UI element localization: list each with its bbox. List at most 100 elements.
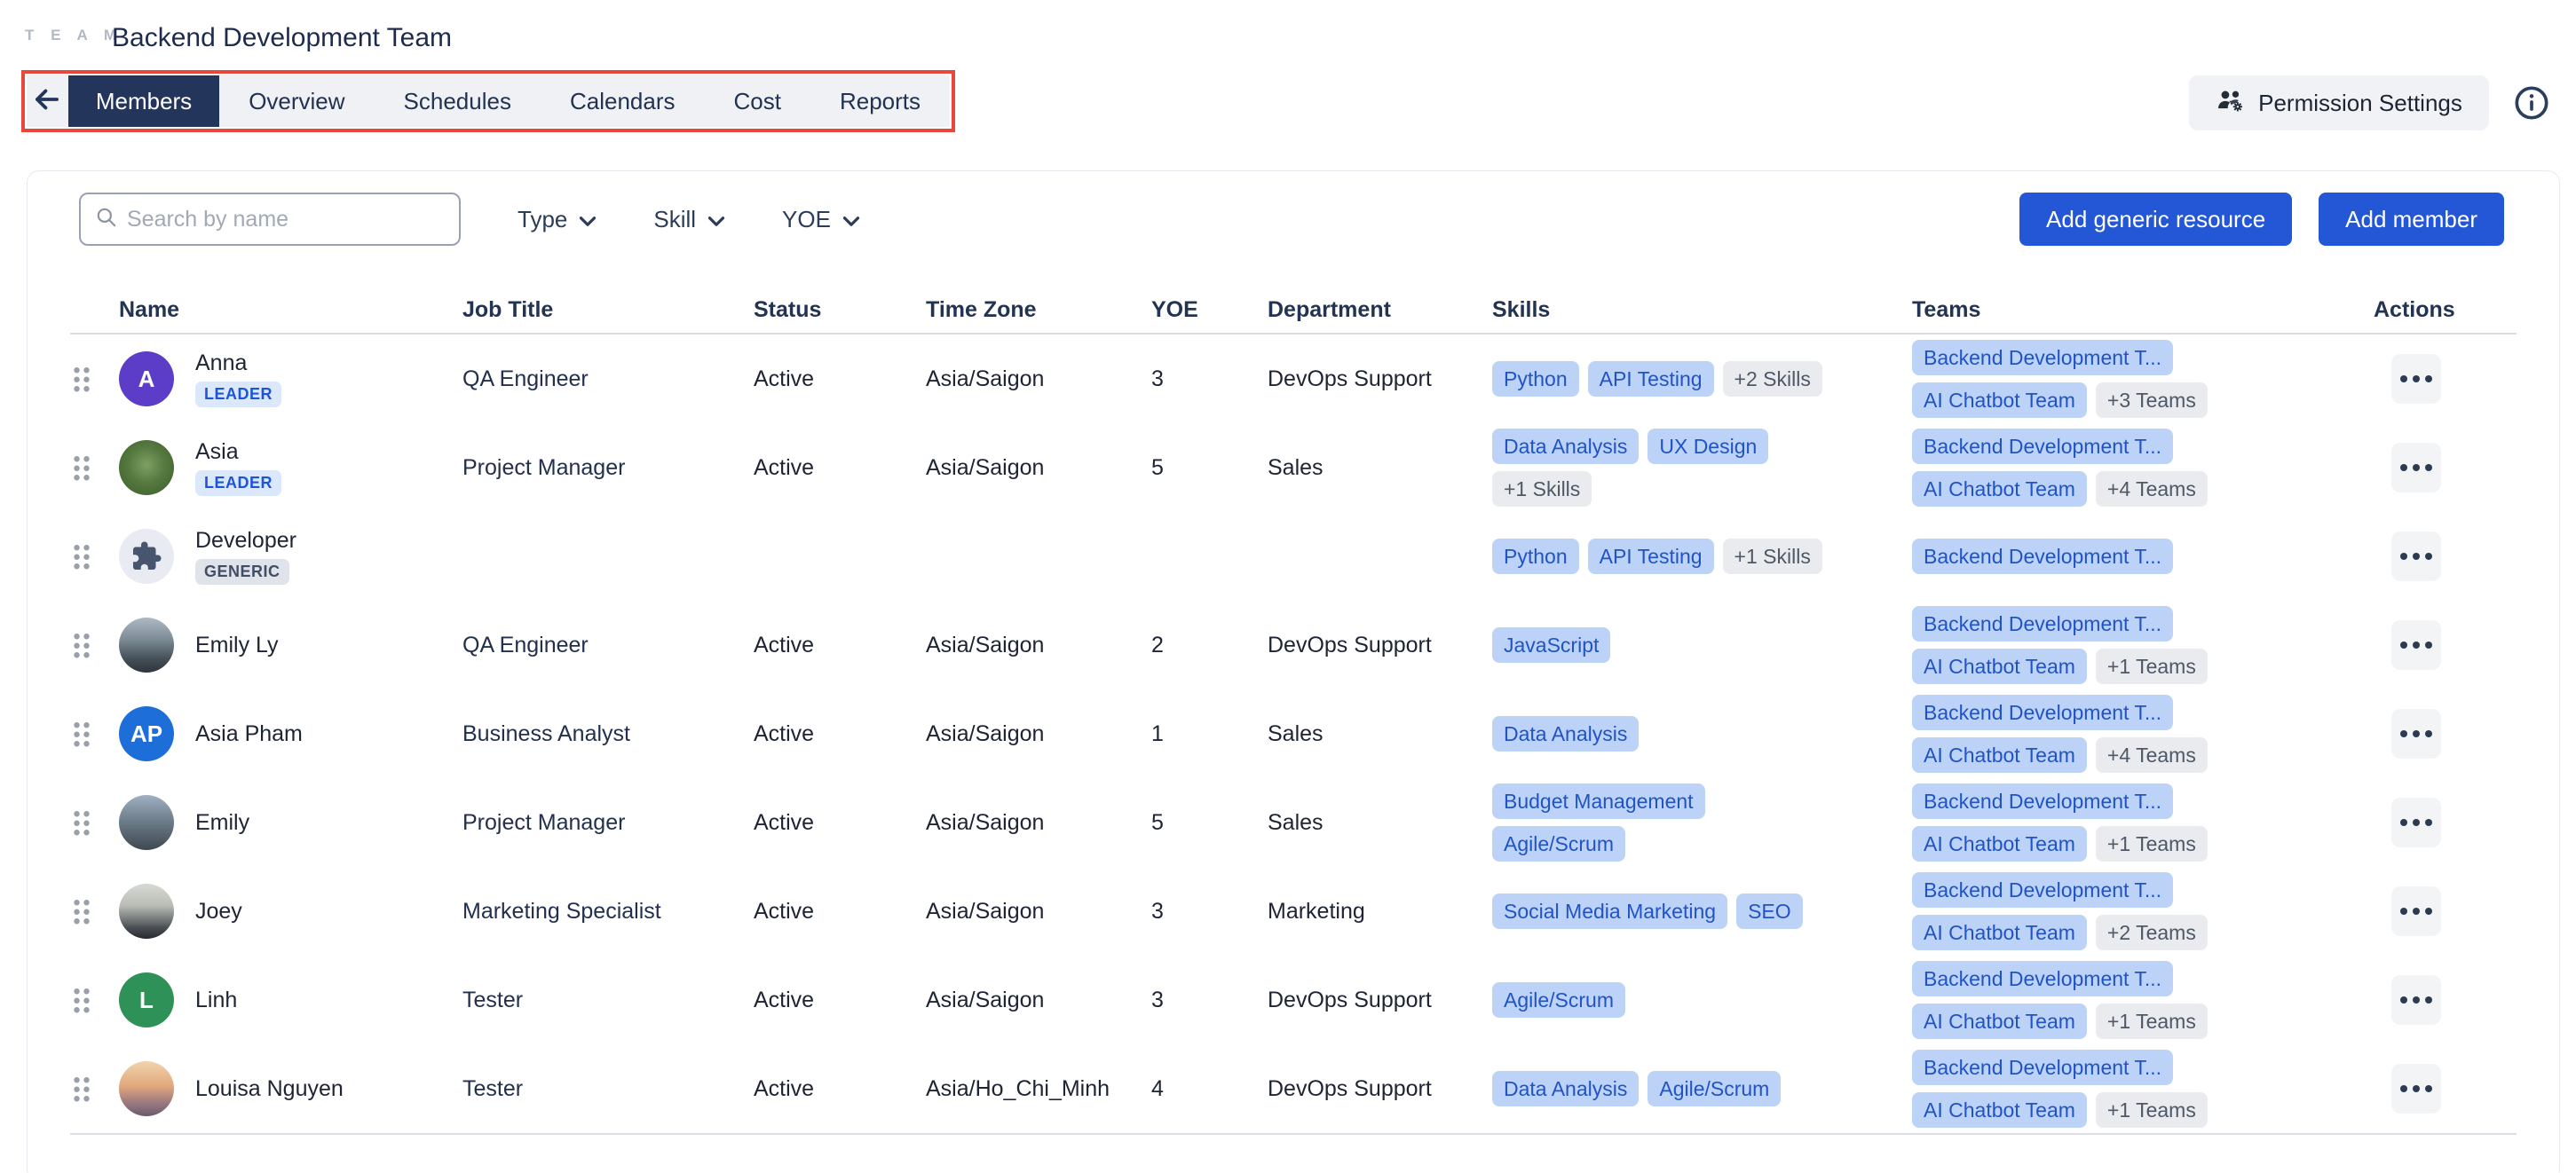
table-header: Name Job Title Status Time Zone YOE Depa… [70, 287, 2517, 335]
skills-cell: Agile/Scrum [1492, 956, 1912, 1044]
row-actions-button[interactable] [2391, 886, 2441, 936]
tag-chip: Backend Development T... [1912, 961, 2173, 996]
col-teams: Teams [1912, 297, 2374, 323]
more-chip[interactable]: +3 Teams [2096, 382, 2208, 418]
skills-cell: Data Analysis [1492, 689, 1912, 778]
more-chip[interactable]: +1 Teams [2096, 826, 2208, 862]
drag-handle-icon[interactable] [72, 986, 91, 1014]
col-job-title: Job Title [462, 297, 754, 323]
more-chip[interactable]: +2 Skills [1723, 361, 1822, 397]
row-actions-button[interactable] [2391, 531, 2441, 581]
more-chip[interactable]: +4 Teams [2096, 471, 2208, 507]
skills-cell: PythonAPI Testing+2 Skills [1492, 335, 1912, 423]
tag-chip: JavaScript [1492, 627, 1610, 663]
filter-skill[interactable]: Skill [653, 206, 725, 233]
timezone-cell: Asia/Saigon [926, 455, 1151, 481]
filter-skill-label: Skill [653, 206, 696, 233]
name-cell: L Linh [119, 972, 462, 1027]
avatar [119, 795, 174, 850]
skills-cell: Social Media MarketingSEO [1492, 867, 1912, 956]
avatar: L [119, 972, 174, 1027]
more-chip[interactable]: +4 Teams [2096, 737, 2208, 773]
row-actions-button[interactable] [2391, 354, 2441, 404]
tag-chip: Python [1492, 361, 1579, 397]
table-body: A Anna LEADER QA Engineer Active Asia/Sa… [70, 335, 2517, 1133]
tab-bar: Members Overview Schedules Calendars Cos… [27, 75, 950, 127]
status-cell: Active [754, 455, 926, 481]
filter-yoe[interactable]: YOE [782, 206, 860, 233]
drag-handle-icon[interactable] [72, 1075, 91, 1103]
toolbar: Type Skill YOE Add generic resource Add … [28, 171, 2559, 246]
tag-chip: Backend Development T... [1912, 1050, 2173, 1085]
tag-chip: AI Chatbot Team [1912, 1092, 2087, 1128]
more-chip[interactable]: +1 Skills [1723, 539, 1822, 574]
skills-cell: JavaScript [1492, 601, 1912, 689]
department-cell: Sales [1268, 455, 1492, 481]
tag-chip: Social Media Marketing [1492, 894, 1727, 929]
row-actions-button[interactable] [2391, 709, 2441, 759]
row-actions-button[interactable] [2391, 798, 2441, 847]
drag-handle-icon[interactable] [72, 365, 91, 393]
yoe-cell: 2 [1151, 633, 1268, 658]
row-actions-button[interactable] [2391, 975, 2441, 1025]
drag-handle-icon[interactable] [72, 453, 91, 482]
tag-chip: Backend Development T... [1912, 539, 2173, 574]
tab-overview[interactable]: Overview [219, 75, 374, 127]
info-button[interactable] [2514, 85, 2549, 121]
row-actions-button[interactable] [2391, 1064, 2441, 1114]
avatar [119, 618, 174, 673]
table-row: Developer GENERIC PythonAPI Testing+1 Sk… [70, 512, 2517, 601]
avatar: AP [119, 706, 174, 761]
drag-handle-icon[interactable] [72, 631, 91, 659]
teams-cell: Backend Development T... AI Chatbot Team +… [1912, 956, 2374, 1044]
tag-chip: AI Chatbot Team [1912, 649, 2087, 684]
people-gear-icon [2216, 87, 2246, 120]
search-input[interactable] [127, 207, 445, 232]
skills-cell: Data AnalysisUX Design+1 Skills [1492, 423, 1912, 512]
more-chip[interactable]: +1 Skills [1492, 471, 1592, 507]
row-actions-button[interactable] [2391, 620, 2441, 670]
avatar [119, 440, 174, 495]
drag-handle-icon[interactable] [72, 542, 91, 571]
drag-handle-icon[interactable] [72, 720, 91, 748]
tab-schedules[interactable]: Schedules [375, 75, 541, 127]
tag-chip: AI Chatbot Team [1912, 915, 2087, 950]
timezone-cell: Asia/Saigon [926, 810, 1151, 836]
add-generic-resource-button[interactable]: Add generic resource [2019, 193, 2292, 246]
more-chip[interactable]: +1 Teams [2096, 1004, 2208, 1039]
drag-handle-icon[interactable] [72, 808, 91, 837]
status-cell: Active [754, 988, 926, 1013]
tab-cost[interactable]: Cost [704, 75, 810, 127]
tab-members[interactable]: Members [68, 75, 219, 127]
chevron-down-icon [579, 206, 597, 233]
department-cell: Sales [1268, 721, 1492, 747]
table-row: A Anna LEADER QA Engineer Active Asia/Sa… [70, 335, 2517, 423]
status-cell: Active [754, 1076, 926, 1102]
job-title-cell: Project Manager [462, 810, 754, 836]
chevron-down-icon [707, 206, 725, 233]
tab-calendars[interactable]: Calendars [541, 75, 705, 127]
row-actions-button[interactable] [2391, 443, 2441, 492]
filter-type[interactable]: Type [518, 206, 597, 233]
col-actions: Actions [2374, 297, 2517, 323]
tag-chip: Backend Development T... [1912, 783, 2173, 819]
job-title-cell: QA Engineer [462, 366, 754, 392]
more-chip[interactable]: +1 Teams [2096, 649, 2208, 684]
add-member-button[interactable]: Add member [2319, 193, 2504, 246]
tag-chip: AI Chatbot Team [1912, 1004, 2087, 1039]
drag-handle-icon[interactable] [72, 897, 91, 925]
more-chip[interactable]: +2 Teams [2096, 915, 2208, 950]
tab-reports[interactable]: Reports [810, 75, 950, 127]
more-chip[interactable]: +1 Teams [2096, 1092, 2208, 1128]
yoe-cell: 4 [1151, 1076, 1268, 1102]
member-name: Asia Pham [195, 721, 303, 747]
back-button[interactable] [27, 75, 68, 127]
table-row: Louisa Nguyen Tester Active Asia/Ho_Chi_… [70, 1044, 2517, 1133]
table-bottom-divider [70, 1133, 2517, 1135]
permission-settings-button[interactable]: Permission Settings [2189, 75, 2489, 130]
name-cell: Asia LEADER [119, 439, 462, 496]
members-panel: Type Skill YOE Add generic resource Add … [27, 170, 2560, 1173]
tag-chip: Backend Development T... [1912, 695, 2173, 730]
name-cell: AP Asia Pham [119, 706, 462, 761]
job-title-cell: QA Engineer [462, 633, 754, 658]
